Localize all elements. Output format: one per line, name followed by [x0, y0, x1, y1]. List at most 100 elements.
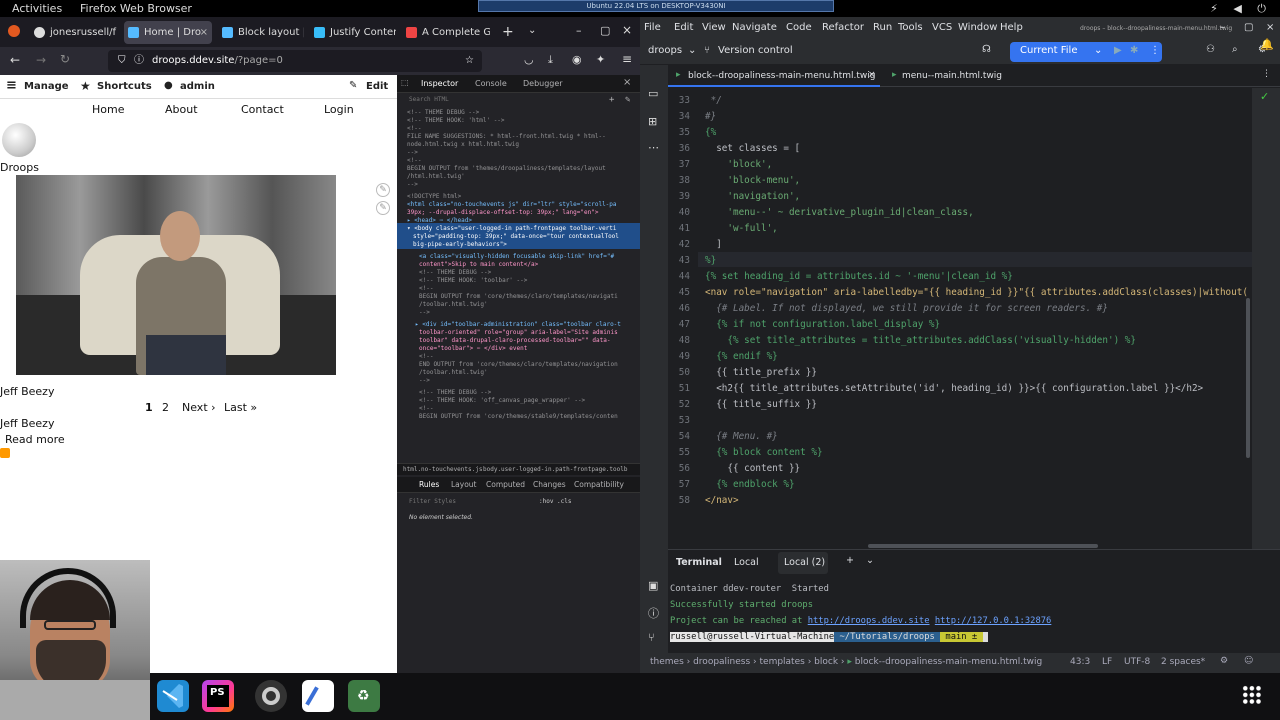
markup-line[interactable]: ▾ <body class="user-logged-in path-front…	[407, 225, 639, 233]
code-line[interactable]: {{ content }}	[705, 463, 800, 474]
close-window-icon[interactable]: ×	[622, 23, 632, 37]
terminal-tab-local-2[interactable]: Local (2)	[778, 552, 828, 574]
toolbar-edit[interactable]: Edit	[366, 81, 388, 92]
crumb[interactable]: themes	[650, 657, 684, 667]
file-encoding[interactable]: UTF-8	[1124, 657, 1150, 667]
eyedropper-icon[interactable]: ✎	[625, 95, 630, 105]
menu-refactor[interactable]: Refactor	[822, 22, 864, 33]
code-line[interactable]: {# Menu. #}	[705, 431, 778, 442]
vscode-icon[interactable]	[157, 680, 189, 712]
firefox-icon[interactable]	[8, 25, 20, 37]
filter-styles-input[interactable]: Filter Styles	[409, 498, 456, 505]
markup-line[interactable]: BEGIN OUTPUT from 'themes/droopaliness/t…	[407, 165, 639, 173]
menu-code[interactable]: Code	[786, 22, 812, 33]
site-logo[interactable]	[2, 123, 36, 157]
markup-line[interactable]: <!-- THEME DEBUG -->	[419, 389, 640, 397]
menu-view[interactable]: View	[702, 22, 726, 33]
image-caption[interactable]: Jeff Beezy	[0, 385, 54, 398]
markup-line[interactable]: <a class="visually-hidden focusable skip…	[419, 253, 640, 261]
extensions-icon[interactable]: ✦	[596, 53, 605, 66]
forward-icon[interactable]: →	[36, 53, 46, 67]
tab-complete-guide[interactable]: A Complete G	[402, 21, 490, 44]
debug-listener-icon[interactable]: ☊	[982, 44, 991, 55]
settings-gear-icon[interactable]	[255, 680, 287, 712]
more-tools-icon[interactable]: ⋯	[648, 141, 659, 154]
read-more-link[interactable]: Read more	[5, 433, 65, 446]
hamburger-icon[interactable]: ≡	[6, 79, 17, 92]
markup-line[interactable]: big-pipe-early-behaviors">	[413, 241, 640, 249]
bookmark-star-icon[interactable]: ☆	[465, 50, 474, 72]
markup-line[interactable]: -->	[407, 181, 639, 189]
tab-layout[interactable]: Layout	[451, 480, 477, 489]
phpstorm-icon[interactable]: PS	[202, 680, 234, 712]
menu-help[interactable]: Help	[1000, 22, 1023, 33]
menu-run[interactable]: Run	[873, 22, 892, 33]
code-line[interactable]: {% endblock %}	[705, 479, 794, 490]
article-image[interactable]	[16, 175, 336, 375]
menu-navigate[interactable]: Navigate	[732, 22, 777, 33]
markup-line[interactable]: <!--	[419, 405, 640, 413]
reload-icon[interactable]: ↻	[60, 52, 70, 66]
markup-line[interactable]: <!-- THEME DEBUG -->	[419, 269, 640, 277]
vcs-selector[interactable]: Version control	[718, 45, 793, 56]
run-icon[interactable]: ▶	[1114, 45, 1122, 56]
tab-block-layout[interactable]: Block layout |	[218, 21, 304, 44]
contextual-edit-icon[interactable]: ✎	[376, 183, 390, 197]
horizontal-scrollbar[interactable]	[868, 544, 1098, 548]
code-line[interactable]: */	[705, 95, 722, 106]
project-folder-icon[interactable]: ▭	[648, 87, 658, 100]
account-icon[interactable]: ◉	[572, 53, 582, 66]
code-line[interactable]: 'navigation',	[705, 191, 800, 202]
app-grid-icon[interactable]	[1242, 685, 1262, 705]
terminal-tab-local[interactable]: Local	[734, 557, 759, 568]
project-url-link[interactable]: http://droops.ddev.site	[808, 616, 930, 626]
close-devtools-icon[interactable]: ×	[623, 77, 631, 88]
crumb[interactable]: templates	[760, 657, 805, 667]
run-widget[interactable]: Current File ⌄ ▶ ✱ ⋮	[1010, 42, 1162, 62]
markup-line[interactable]: style="padding-top: 39px;" data-once="to…	[413, 233, 640, 241]
crumb[interactable]: block	[814, 657, 838, 667]
markup-line[interactable]: BEGIN OUTPUT from 'core/themes/stable9/t…	[419, 413, 640, 421]
tab-home-droops[interactable]: Home | Dro ×	[124, 21, 212, 44]
menu-file[interactable]: File	[644, 22, 661, 33]
close-tab-icon[interactable]: ×	[868, 70, 876, 80]
markup-line[interactable]: ▸ <div id="toolbar-administration" class…	[415, 321, 640, 329]
markup-line[interactable]: <!DOCTYPE html>	[407, 193, 639, 201]
crumb[interactable]: block--droopaliness-main-menu.html.twig	[855, 657, 1042, 667]
code-line[interactable]: {{ title_suffix }}	[705, 399, 817, 410]
code-editor[interactable]: 33 */ 34 #} 35 {% 36 set classes = [37 'block…	[668, 88, 1252, 548]
code-line[interactable]: <h2{{ title_attributes.setAttribute('id'…	[705, 383, 1203, 394]
add-node-icon[interactable]: +	[609, 95, 614, 105]
tab-rules[interactable]: Rules	[419, 480, 439, 489]
markup-line[interactable]: once="toolbar"> ⋯ </div> event	[419, 345, 640, 353]
activities-button[interactable]: Activities	[12, 2, 62, 15]
inspection-ok-icon[interactable]: ✓	[1260, 90, 1269, 103]
code-line[interactable]: {% endif %}	[705, 351, 778, 362]
nav-home[interactable]: Home	[92, 103, 124, 116]
tab-computed[interactable]: Computed	[486, 480, 525, 489]
code-line[interactable]: {# Label. If not displayed, we still pro…	[705, 303, 1108, 314]
tab-debugger[interactable]: Debugger	[523, 79, 563, 88]
text-editor-icon[interactable]	[302, 680, 334, 712]
code-line[interactable]: #}	[705, 111, 716, 122]
downloads-icon[interactable]: ⤓	[548, 53, 553, 67]
more-tabs-icon[interactable]: ⋮	[1262, 69, 1271, 79]
git-status-icon[interactable]: ⚙	[1220, 656, 1228, 666]
menu-icon[interactable]: ≡	[622, 52, 632, 66]
markup-line[interactable]: <!-- THEME HOOK: 'off_canvas_page_wrappe…	[419, 397, 640, 405]
code-line[interactable]: 'block',	[705, 159, 772, 170]
hover-state-toggle[interactable]: :hov	[539, 498, 553, 505]
structure-icon[interactable]: ⊞	[648, 115, 657, 128]
markup-line[interactable]: <!--	[419, 285, 640, 293]
active-app-label[interactable]: Firefox Web Browser	[80, 2, 192, 15]
breadcrumb-html[interactable]: html.no-touchevents.js	[403, 464, 482, 476]
markup-line[interactable]: -->	[407, 149, 639, 157]
markup-line[interactable]: END OUTPUT from 'core/themes/claro/templ…	[419, 361, 640, 369]
markup-line[interactable]: ▸ <head> ⋯ </head>	[407, 217, 639, 225]
indent-setting[interactable]: 2 spaces*	[1161, 657, 1205, 667]
toolbar-user[interactable]: admin	[180, 81, 215, 92]
close-window-icon[interactable]: ×	[1266, 22, 1274, 33]
markup-line[interactable]: <!--	[407, 157, 639, 165]
search-html-input[interactable]: Search HTML	[409, 96, 449, 103]
contextual-edit-icon[interactable]: ✎	[376, 201, 390, 215]
